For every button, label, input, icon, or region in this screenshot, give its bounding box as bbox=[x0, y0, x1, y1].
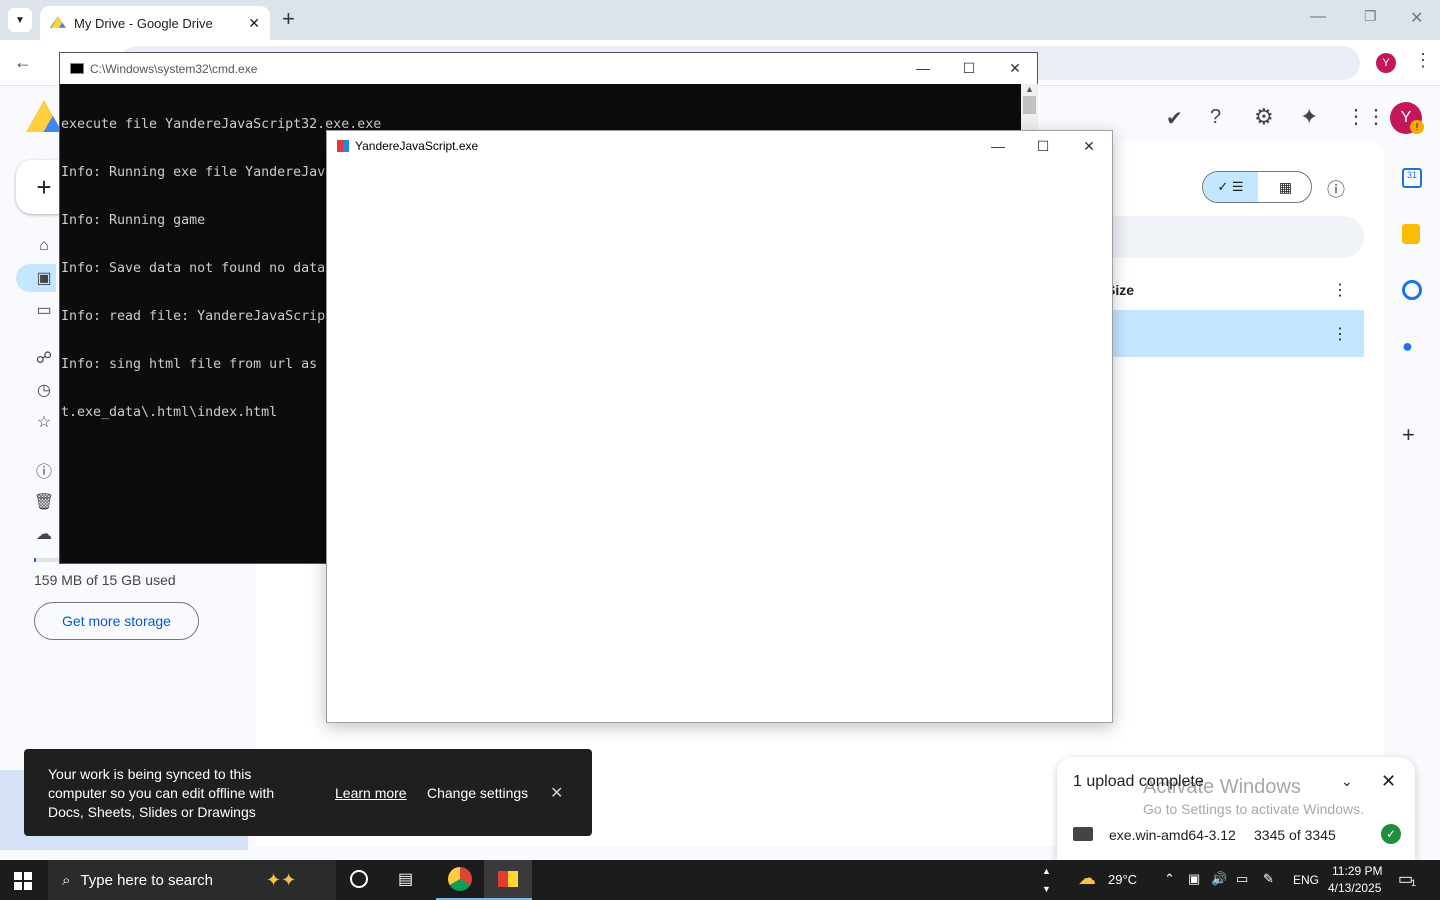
activate-watermark-subtitle: Go to Settings to activate Windows. bbox=[1143, 801, 1364, 817]
taskbar-scroll-arrows-icon[interactable]: ▲ ▼ bbox=[1042, 862, 1051, 898]
taskbar-search[interactable]: ⌕ Type here to search ✦✦ bbox=[48, 860, 336, 900]
app-titlebar[interactable]: YandereJavaScript.exe — ☐ ✕ bbox=[327, 131, 1112, 161]
settings-gear-icon[interactable]: ⚙ bbox=[1254, 104, 1274, 130]
weather-temp[interactable]: 29°C bbox=[1108, 872, 1137, 887]
view-toggle[interactable]: ✓ ☰ ▦ bbox=[1202, 171, 1312, 203]
starred-icon[interactable]: ☆ bbox=[34, 412, 54, 432]
input-language[interactable]: ENG bbox=[1293, 873, 1319, 887]
home-icon[interactable]: ⌂ bbox=[34, 236, 54, 256]
toast-close-icon[interactable]: ✕ bbox=[550, 783, 563, 803]
browser-tab-drive[interactable]: My Drive - Google Drive ✕ bbox=[40, 6, 270, 40]
scroll-up-arrow-icon[interactable]: ▲ bbox=[1021, 84, 1038, 94]
get-more-storage-button[interactable]: Get more storage bbox=[34, 602, 199, 640]
app-title-text: YandereJavaScript.exe bbox=[355, 139, 479, 153]
meet-camera-icon[interactable]: ▣ bbox=[1188, 871, 1200, 887]
cmd-maximize-button[interactable]: ☐ bbox=[946, 53, 992, 83]
back-arrow-icon[interactable]: ← bbox=[14, 52, 32, 73]
cmd-close-button[interactable]: ✕ bbox=[992, 53, 1038, 83]
gemini-spark-icon[interactable]: ✦ bbox=[1300, 104, 1318, 130]
upload-file-name[interactable]: exe.win-amd64-3.12 bbox=[1109, 827, 1236, 843]
details-info-icon[interactable]: ⓘ bbox=[1327, 176, 1345, 202]
app-window[interactable]: YandereJavaScript.exe — ☐ ✕ bbox=[326, 130, 1113, 723]
recent-icon[interactable]: ◷ bbox=[34, 380, 54, 400]
calendar-icon[interactable]: 31 bbox=[1402, 168, 1422, 188]
browser-tabstrip: ▼ My Drive - Google Drive ✕ + — ❐ ✕ bbox=[0, 0, 1440, 40]
task-view-icon[interactable]: ▤ bbox=[398, 869, 413, 889]
add-addon-icon[interactable]: + bbox=[1402, 422, 1415, 448]
sync-toast: Your work is being synced to this comput… bbox=[24, 749, 592, 836]
clock-time[interactable]: 11:29 PM bbox=[1332, 864, 1382, 878]
keep-icon[interactable] bbox=[1402, 224, 1420, 244]
cmd-app-icon bbox=[70, 63, 84, 74]
app-minimize-button[interactable]: — bbox=[975, 131, 1021, 161]
toast-message: Your work is being synced to this comput… bbox=[48, 766, 275, 820]
activate-watermark-title: Activate Windows bbox=[1143, 776, 1301, 798]
cmd-titlebar[interactable]: C:\Windows\system32\cmd.exe — ☐ ✕ bbox=[60, 53, 1037, 84]
upload-close-icon[interactable]: ✕ bbox=[1381, 771, 1396, 792]
storage-bar-fill bbox=[34, 558, 36, 562]
learn-more-link[interactable]: Learn more bbox=[335, 785, 407, 801]
apps-grid-icon[interactable]: ⋮⋮ bbox=[1346, 104, 1386, 129]
tab-search-button[interactable]: ▼ bbox=[8, 8, 32, 32]
list-view-button[interactable]: ✓ ☰ bbox=[1203, 172, 1258, 202]
volume-icon[interactable]: 🔊 bbox=[1211, 871, 1227, 887]
close-browser-button[interactable]: ✕ bbox=[1410, 8, 1423, 28]
scroll-thumb[interactable] bbox=[1023, 96, 1036, 114]
account-warning-icon: ! bbox=[1410, 120, 1424, 134]
shared-with-me-icon[interactable]: ☍ bbox=[34, 348, 54, 368]
folder-icon bbox=[1073, 827, 1093, 841]
trash-icon[interactable]: 🗑 bbox=[34, 492, 54, 512]
contacts-icon[interactable]: ● bbox=[1402, 336, 1413, 357]
tab-close-icon[interactable]: ✕ bbox=[248, 15, 260, 32]
show-hidden-icons-chevron-icon[interactable]: ⌃ bbox=[1164, 871, 1175, 887]
search-placeholder: Type here to search bbox=[80, 871, 213, 889]
new-tab-button[interactable]: + bbox=[282, 6, 295, 32]
minimize-browser-button[interactable]: — bbox=[1310, 8, 1326, 26]
windows-taskbar: ⌕ Type here to search ✦✦ ▤ ▲ ▼ ☁ 29°C ⌃ ▣… bbox=[0, 860, 1440, 900]
chrome-taskbar-icon[interactable] bbox=[436, 860, 484, 900]
cmd-minimize-button[interactable]: — bbox=[900, 53, 946, 83]
cortana-icon[interactable] bbox=[350, 870, 368, 888]
help-icon[interactable]: ? bbox=[1210, 106, 1221, 129]
upload-progress-text: 3345 of 3345 bbox=[1254, 827, 1336, 843]
network-icon[interactable]: ▭ bbox=[1236, 871, 1248, 887]
app-close-button[interactable]: ✕ bbox=[1066, 131, 1112, 161]
notification-count: 1 bbox=[1411, 878, 1417, 888]
browser-menu-icon[interactable]: ⋮ bbox=[1414, 50, 1432, 71]
browser-tab-title: My Drive - Google Drive bbox=[74, 15, 213, 31]
clock-date[interactable]: 4/13/2025 bbox=[1328, 881, 1381, 895]
storage-used-text: 159 MB of 15 GB used bbox=[34, 572, 176, 588]
start-windows-icon[interactable] bbox=[14, 872, 32, 890]
spam-icon[interactable]: ⓘ bbox=[34, 460, 54, 481]
cmd-title-text: C:\Windows\system32\cmd.exe bbox=[90, 61, 258, 76]
upload-complete-check-icon: ✓ bbox=[1381, 824, 1401, 844]
yandere-app-taskbar-icon[interactable] bbox=[484, 860, 532, 900]
search-highlight-sparkle-icon: ✦✦ bbox=[266, 869, 297, 890]
change-settings-link[interactable]: Change settings bbox=[427, 785, 528, 801]
computers-icon[interactable]: ▭ bbox=[34, 300, 54, 320]
weather-icon[interactable]: ☁ bbox=[1078, 868, 1096, 889]
grid-view-button[interactable]: ▦ bbox=[1258, 172, 1311, 202]
drive-logo-icon bbox=[26, 100, 62, 132]
storage-cloud-icon[interactable]: ☁ bbox=[34, 524, 54, 544]
profile-avatar[interactable]: Y bbox=[1376, 53, 1396, 73]
drive-favicon-icon bbox=[50, 16, 66, 28]
column-options-icon[interactable]: ⋮ bbox=[1332, 280, 1348, 300]
tasks-icon[interactable] bbox=[1402, 280, 1422, 300]
row-options-icon[interactable]: ⋮ bbox=[1332, 324, 1348, 344]
restore-browser-button[interactable]: ❐ bbox=[1364, 8, 1377, 25]
my-drive-icon: ▣ bbox=[36, 270, 52, 287]
side-panel-rail: 31 ● + bbox=[1384, 140, 1440, 846]
app-maximize-button[interactable]: ☐ bbox=[1020, 131, 1066, 161]
offline-ready-icon[interactable]: ✔ bbox=[1166, 106, 1183, 131]
collapse-chevron-icon[interactable]: ⌄ bbox=[1341, 773, 1353, 790]
app-window-icon bbox=[337, 140, 349, 152]
search-icon: ⌕ bbox=[62, 871, 71, 889]
pen-icon[interactable]: ✎ bbox=[1263, 871, 1274, 887]
